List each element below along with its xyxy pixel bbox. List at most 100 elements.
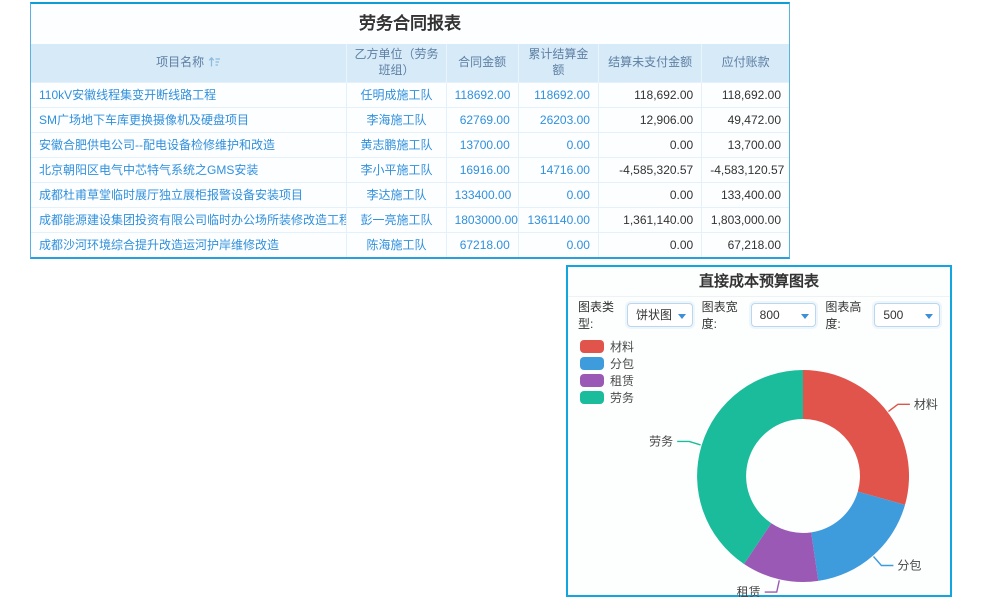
settled-amount-cell: 1361140.00: [518, 207, 598, 232]
contract-amount-cell: 62769.00: [446, 107, 518, 132]
chart-width-label: 图表宽度:: [702, 298, 746, 332]
team-cell: 任明成施工队: [347, 82, 446, 107]
payable-cell: 49,472.00: [702, 107, 789, 132]
chart-legend: 材料分包租赁劳务: [580, 338, 634, 406]
payable-cell: -4,583,120.57: [702, 157, 789, 182]
unpaid-amount-cell: 118,692.00: [598, 82, 701, 107]
chart-height-control: 图表高度: 500: [825, 298, 940, 332]
legend-item-劳务[interactable]: 劳务: [580, 389, 634, 406]
settled-amount-cell: 0.00: [518, 132, 598, 157]
unpaid-amount-cell: -4,585,320.57: [598, 157, 701, 182]
team-cell: 陈海施工队: [347, 232, 446, 257]
chevron-down-icon: [925, 314, 933, 319]
pie-slice-label: 劳务: [649, 433, 673, 448]
pie-slice-label: 分包: [897, 559, 921, 573]
label-leader-line: [677, 441, 700, 445]
report-table: 项目名称 乙方单位（劳务班组） 合同金额 累计结算金额 结算未支付金额 应付账款…: [31, 44, 789, 257]
team-cell: 李达施工队: [347, 182, 446, 207]
team-cell: 黄志鹏施工队: [347, 132, 446, 157]
project-name-cell[interactable]: 成都杜甫草堂临时展厅独立展柜报警设备安装项目: [31, 182, 347, 207]
pie-slice-label: 材料: [914, 397, 938, 411]
table-row: SM广场地下车库更换摄像机及硬盘项目李海施工队62769.0026203.001…: [31, 107, 789, 132]
pie-slice-分包[interactable]: [811, 492, 905, 581]
col-header-payable[interactable]: 应付账款: [702, 44, 789, 82]
pie-chart-area: 材料分包租赁劳务 材料分包租赁劳务: [568, 333, 950, 597]
unpaid-amount-cell: 1,361,140.00: [598, 207, 701, 232]
legend-swatch: [580, 374, 604, 387]
unpaid-amount-cell: 0.00: [598, 232, 701, 257]
legend-label: 租赁: [610, 372, 634, 389]
table-row: 安徽合肥供电公司--配电设备检修维护和改造黄志鹏施工队13700.000.000…: [31, 132, 789, 157]
chevron-down-icon: [801, 314, 809, 319]
unpaid-amount-cell: 12,906.00: [598, 107, 701, 132]
legend-swatch: [580, 357, 604, 370]
legend-label: 分包: [610, 355, 634, 372]
settled-amount-cell: 0.00: [518, 232, 598, 257]
settled-amount-cell: 14716.00: [518, 157, 598, 182]
chart-width-select[interactable]: 800: [751, 303, 817, 327]
col-header-unpaid-amount[interactable]: 结算未支付金额: [598, 44, 701, 82]
table-row: 成都沙河环境综合提升改造运河护岸维修改造陈海施工队67218.000.000.0…: [31, 232, 789, 257]
payable-cell: 133,400.00: [702, 182, 789, 207]
contract-amount-cell: 67218.00: [446, 232, 518, 257]
legend-swatch: [580, 340, 604, 353]
direct-cost-budget-chart-panel: 直接成本预算图表 图表类型: 饼状图 图表宽度: 800 图表高度: 500 材…: [566, 265, 952, 597]
col-header-project-name[interactable]: 项目名称: [31, 44, 347, 82]
labor-contract-report-panel: 劳务合同报表 项目名称 乙方单位（劳务班组） 合同金额 累计结算金额 结算未支付…: [30, 2, 790, 259]
payable-cell: 67,218.00: [702, 232, 789, 257]
legend-item-分包[interactable]: 分包: [580, 355, 634, 372]
table-row: 110kV安徽线程集变开断线路工程任明成施工队118692.00118692.0…: [31, 82, 789, 107]
table-header-row: 项目名称 乙方单位（劳务班组） 合同金额 累计结算金额 结算未支付金额 应付账款: [31, 44, 789, 82]
settled-amount-cell: 0.00: [518, 182, 598, 207]
col-header-settled-amount[interactable]: 累计结算金额: [518, 44, 598, 82]
project-name-cell[interactable]: 成都能源建设集团投资有限公司临时办公场所装修改造工程EPC: [31, 207, 347, 232]
settled-amount-cell: 118692.00: [518, 82, 598, 107]
contract-amount-cell: 16916.00: [446, 157, 518, 182]
chart-type-select[interactable]: 饼状图: [627, 303, 693, 327]
legend-item-租赁[interactable]: 租赁: [580, 372, 634, 389]
contract-amount-cell: 13700.00: [446, 132, 518, 157]
payable-cell: 118,692.00: [702, 82, 789, 107]
legend-label: 劳务: [610, 389, 634, 406]
col-header-team[interactable]: 乙方单位（劳务班组）: [347, 44, 446, 82]
project-name-cell[interactable]: 110kV安徽线程集变开断线路工程: [31, 82, 347, 107]
pie-slice-材料[interactable]: [803, 370, 909, 505]
report-table-body: 110kV安徽线程集变开断线路工程任明成施工队118692.00118692.0…: [31, 82, 789, 257]
label-leader-line: [888, 404, 910, 411]
chart-height-label: 图表高度:: [825, 298, 869, 332]
table-row: 成都杜甫草堂临时展厅独立展柜报警设备安装项目李达施工队133400.000.00…: [31, 182, 789, 207]
chart-title: 直接成本预算图表: [568, 267, 950, 297]
payable-cell: 1,803,000.00: [702, 207, 789, 232]
col-header-contract-amount[interactable]: 合同金额: [446, 44, 518, 82]
sort-icon[interactable]: [208, 56, 221, 68]
chart-type-control: 图表类型: 饼状图: [578, 298, 693, 332]
legend-item-材料[interactable]: 材料: [580, 338, 634, 355]
team-cell: 李小平施工队: [347, 157, 446, 182]
team-cell: 李海施工队: [347, 107, 446, 132]
settled-amount-cell: 26203.00: [518, 107, 598, 132]
project-name-cell[interactable]: 安徽合肥供电公司--配电设备检修维护和改造: [31, 132, 347, 157]
table-row: 北京朝阳区电气中芯特气系统之GMS安装李小平施工队16916.0014716.0…: [31, 157, 789, 182]
report-title: 劳务合同报表: [31, 4, 789, 44]
team-cell: 彭一亮施工队: [347, 207, 446, 232]
contract-amount-cell: 133400.00: [446, 182, 518, 207]
contract-amount-cell: 1803000.00: [446, 207, 518, 232]
unpaid-amount-cell: 0.00: [598, 132, 701, 157]
legend-swatch: [580, 391, 604, 404]
project-name-cell[interactable]: 成都沙河环境综合提升改造运河护岸维修改造: [31, 232, 347, 257]
table-row: 成都能源建设集团投资有限公司临时办公场所装修改造工程EPC彭一亮施工队18030…: [31, 207, 789, 232]
chart-controls: 图表类型: 饼状图 图表宽度: 800 图表高度: 500: [568, 297, 950, 333]
pie-slice-label: 租赁: [737, 585, 761, 597]
legend-label: 材料: [610, 338, 634, 355]
label-leader-line: [765, 580, 780, 592]
chevron-down-icon: [678, 314, 686, 319]
chart-type-label: 图表类型:: [578, 298, 622, 332]
chart-width-control: 图表宽度: 800: [702, 298, 817, 332]
chart-height-select[interactable]: 500: [874, 303, 940, 327]
project-name-cell[interactable]: 北京朝阳区电气中芯特气系统之GMS安装: [31, 157, 347, 182]
label-leader-line: [874, 557, 894, 566]
contract-amount-cell: 118692.00: [446, 82, 518, 107]
unpaid-amount-cell: 0.00: [598, 182, 701, 207]
payable-cell: 13,700.00: [702, 132, 789, 157]
project-name-cell[interactable]: SM广场地下车库更换摄像机及硬盘项目: [31, 107, 347, 132]
